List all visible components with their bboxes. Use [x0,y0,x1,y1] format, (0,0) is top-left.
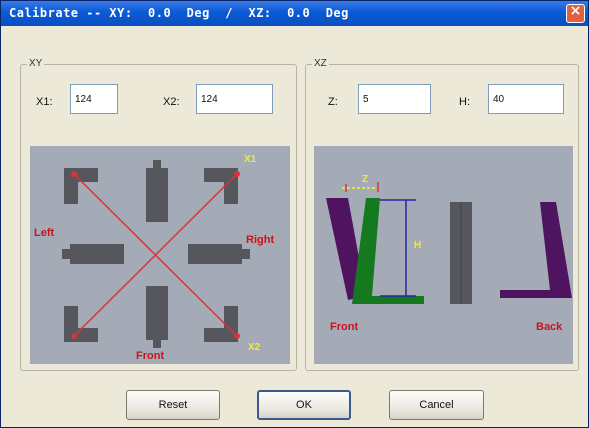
x2-input[interactable] [196,84,273,114]
label-z: Z [362,174,368,185]
close-button[interactable]: × [566,3,585,23]
point-bottom-right [234,333,240,339]
label-h: H [414,240,421,251]
part-top [146,168,168,222]
ok-button[interactable]: OK [257,390,351,420]
reset-button[interactable]: Reset [126,390,220,420]
part-right-tab [242,249,250,259]
elbow-bottom-left [64,306,98,342]
part-right [188,244,242,264]
h-input[interactable] [488,84,564,114]
x2-label: X2: [163,96,180,108]
label-front-xz: Front [330,321,358,333]
part-top-tab [153,160,161,168]
label-back: Back [536,321,563,333]
elbow-bottom-right [204,306,238,342]
front-green-piece [352,198,424,304]
cancel-button[interactable]: Cancel [389,390,484,420]
h-label: H: [459,96,470,108]
label-left: Left [34,227,55,239]
xy-group-label: XY [27,58,45,69]
label-front: Front [136,350,164,362]
part-bottom-tab [153,340,161,348]
label-x2: X2 [248,342,261,353]
window-title: Calibrate -- XY: 0.0 Deg / XZ: 0.0 Deg [9,6,349,20]
calibrate-dialog: Calibrate -- XY: 0.0 Deg / XZ: 0.0 Deg ×… [0,0,589,428]
part-left [70,244,124,264]
label-x1: X1 [244,154,257,165]
part-bottom [146,286,168,340]
xy-diagram: Left Right Front X1 X2 [30,146,290,364]
x1-input[interactable] [70,84,118,114]
point-top-left [71,171,77,177]
point-top-right [234,171,240,177]
xz-group-label: XZ [312,58,329,69]
xz-diagram: Z H Front Back [314,146,573,364]
x1-label: X1: [36,96,53,108]
z-input[interactable] [358,84,431,114]
elbow-top-left [64,168,98,204]
close-icon: × [569,3,582,19]
title-bar[interactable]: Calibrate -- XY: 0.0 Deg / XZ: 0.0 Deg × [1,1,588,26]
point-bottom-left [71,333,77,339]
label-right: Right [246,234,274,246]
back-purple-l [500,202,572,298]
part-left-tab [62,249,70,259]
elbow-top-right [204,168,238,204]
z-label: Z: [328,96,338,108]
